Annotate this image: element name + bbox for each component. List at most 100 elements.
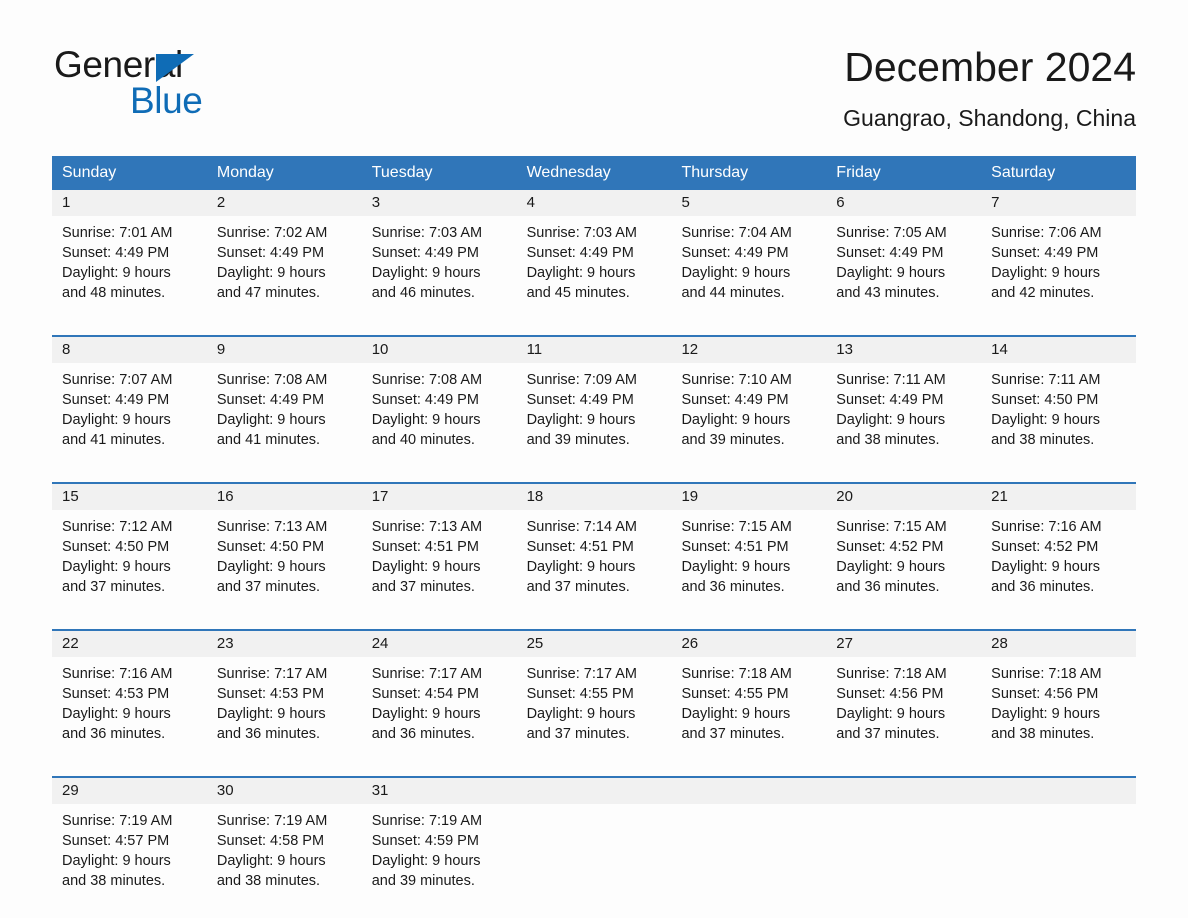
day-cell[interactable]: Sunrise: 7:13 AM Sunset: 4:51 PM Daylight:… [362,510,517,618]
day-cell[interactable]: Sunrise: 7:08 AM Sunset: 4:49 PM Daylight:… [362,363,517,471]
day-number[interactable]: 13 [826,337,981,363]
sunrise-text: Sunrise: 7:17 AM [526,666,637,683]
day-cell[interactable]: Sunrise: 7:17 AM Sunset: 4:55 PM Daylight:… [517,657,672,765]
daylight-text: Daylight: 9 hours and 46 minutes. [371,265,481,302]
day-cell[interactable]: Sunrise: 7:13 AM Sunset: 4:50 PM Daylight:… [207,510,362,618]
day-number[interactable]: 27 [826,631,981,657]
day-cell[interactable]: Sunrise: 7:02 AM Sunset: 4:49 PM Daylight:… [207,216,362,324]
daylight-text: Daylight: 9 hours and 38 minutes. [836,412,946,449]
page-title: December 2024 [844,44,1136,90]
day-number[interactable]: 6 [826,190,981,216]
day-cell[interactable]: Sunrise: 7:15 AM Sunset: 4:52 PM Daylight:… [826,510,981,618]
day-number[interactable]: 16 [207,484,362,510]
daylight-text: Daylight: 9 hours and 41 minutes. [216,412,326,449]
sunrise-text: Sunrise: 7:19 AM [371,813,483,830]
weekday-header-monday: Monday [216,164,274,182]
sunrise-text: Sunrise: 7:19 AM [62,813,173,830]
day-cell[interactable]: Sunrise: 7:08 AM Sunset: 4:49 PM Daylight:… [207,363,362,471]
day-cell[interactable]: Sunrise: 7:11 AM Sunset: 4:50 PM Daylight:… [981,363,1136,471]
day-cell[interactable]: Sunrise: 7:12 AM Sunset: 4:50 PM Daylight:… [52,510,207,618]
daylight-text: Daylight: 9 hours and 36 minutes. [216,706,326,743]
daylight-text: Daylight: 9 hours and 42 minutes. [991,265,1100,302]
day-cell[interactable]: Sunrise: 7:10 AM Sunset: 4:49 PM Daylight:… [671,363,826,471]
day-cell[interactable]: Sunrise: 7:19 AM Sunset: 4:58 PM Daylight:… [207,804,362,912]
day-number[interactable]: 31 [362,778,517,804]
sunset-text: Sunset: 4:56 PM [991,686,1099,703]
day-cell[interactable]: Sunrise: 7:18 AM Sunset: 4:55 PM Daylight:… [671,657,826,765]
day-cell[interactable]: Sunrise: 7:03 AM Sunset: 4:49 PM Daylight:… [517,216,672,324]
day-number[interactable]: 3 [362,190,517,216]
daylight-text: Daylight: 9 hours and 36 minutes. [681,559,791,596]
day-number[interactable]: 9 [207,337,362,363]
sunset-text: Sunset: 4:50 PM [62,539,170,556]
day-number[interactable]: 20 [826,484,981,510]
sunset-text: Sunset: 4:58 PM [216,833,325,850]
sunrise-text: Sunrise: 7:15 AM [836,519,947,536]
daylight-text: Daylight: 9 hours and 38 minutes. [216,853,326,890]
sunrise-text: Sunrise: 7:03 AM [371,225,483,242]
day-number[interactable]: 11 [517,337,672,363]
day-cell[interactable]: Sunrise: 7:05 AM Sunset: 4:49 PM Daylight:… [826,216,981,324]
day-number[interactable]: 19 [671,484,826,510]
day-number-empty [981,778,1136,804]
day-number[interactable]: 30 [207,778,362,804]
sunrise-text: Sunrise: 7:18 AM [681,666,792,683]
logo-text-blue: Blue [130,80,203,121]
day-cell[interactable]: Sunrise: 7:16 AM Sunset: 4:53 PM Daylight:… [52,657,207,765]
day-number[interactable]: 28 [981,631,1136,657]
day-number[interactable]: 12 [671,337,826,363]
sunset-text: Sunset: 4:51 PM [681,539,789,556]
sunset-text: Sunset: 4:49 PM [681,392,789,409]
sunrise-text: Sunrise: 7:11 AM [836,372,946,389]
daylight-text: Daylight: 9 hours and 43 minutes. [836,265,946,302]
day-number[interactable]: 21 [981,484,1136,510]
calendar-page: General Blue December 2024 Guangrao, Sha… [0,0,1188,918]
day-number[interactable]: 29 [52,778,207,804]
day-number[interactable]: 7 [981,190,1136,216]
day-number[interactable]: 4 [517,190,672,216]
calendar-week-row: 8 9 10 11 12 13 14 Sunrise: 7:07 AM Sunset: 4:49… [52,335,1136,472]
logo-triangle-icon [156,54,194,82]
sunset-text: Sunset: 4:49 PM [216,245,325,262]
day-cell[interactable]: Sunrise: 7:19 AM Sunset: 4:57 PM Daylight:… [52,804,207,912]
day-number[interactable]: 26 [671,631,826,657]
day-number[interactable]: 8 [52,337,207,363]
day-cell[interactable]: Sunrise: 7:17 AM Sunset: 4:53 PM Daylight:… [207,657,362,765]
day-number[interactable]: 17 [362,484,517,510]
generalblue-logo[interactable]: General Blue [52,44,252,124]
day-number[interactable]: 15 [52,484,207,510]
day-number[interactable]: 18 [517,484,672,510]
day-cell[interactable]: Sunrise: 7:16 AM Sunset: 4:52 PM Daylight:… [981,510,1136,618]
day-cell[interactable]: Sunrise: 7:04 AM Sunset: 4:49 PM Daylight:… [671,216,826,324]
day-number[interactable]: 1 [52,190,207,216]
day-number[interactable]: 5 [671,190,826,216]
weekday-header-saturday: Saturday [991,164,1056,182]
calendar-week-row: 1 2 3 4 5 6 7 Sunrise: 7:01 AM Sunset: 4:49 PM Da… [52,190,1136,325]
day-cell[interactable]: Sunrise: 7:01 AM Sunset: 4:49 PM Daylight:… [52,216,207,324]
sunrise-text: Sunrise: 7:18 AM [836,666,947,683]
day-number[interactable]: 23 [207,631,362,657]
day-cell[interactable]: Sunrise: 7:06 AM Sunset: 4:49 PM Daylight:… [981,216,1136,324]
day-cell[interactable]: Sunrise: 7:17 AM Sunset: 4:54 PM Daylight:… [362,657,517,765]
day-cell[interactable]: Sunrise: 7:15 AM Sunset: 4:51 PM Daylight:… [671,510,826,618]
day-cell[interactable]: Sunrise: 7:18 AM Sunset: 4:56 PM Daylight:… [826,657,981,765]
sunset-text: Sunset: 4:52 PM [836,539,944,556]
day-cell[interactable]: Sunrise: 7:03 AM Sunset: 4:49 PM Daylight:… [362,216,517,324]
day-cell-empty [826,804,981,912]
day-number[interactable]: 22 [52,631,207,657]
day-number[interactable]: 24 [362,631,517,657]
day-number[interactable]: 14 [981,337,1136,363]
day-cell[interactable]: Sunrise: 7:11 AM Sunset: 4:49 PM Daylight:… [826,363,981,471]
sunset-text: Sunset: 4:59 PM [371,833,479,850]
day-cell[interactable]: Sunrise: 7:18 AM Sunset: 4:56 PM Daylight:… [981,657,1136,765]
day-cell[interactable]: Sunrise: 7:19 AM Sunset: 4:59 PM Daylight:… [362,804,517,912]
day-detail-row: Sunrise: 7:01 AM Sunset: 4:49 PM Daylight:… [52,216,1136,325]
day-number[interactable]: 2 [207,190,362,216]
day-cell[interactable]: Sunrise: 7:14 AM Sunset: 4:51 PM Daylight:… [517,510,672,618]
day-cell[interactable]: Sunrise: 7:09 AM Sunset: 4:49 PM Daylight:… [517,363,672,471]
daylight-text: Daylight: 9 hours and 36 minutes. [62,706,171,743]
sunrise-text: Sunrise: 7:01 AM [62,225,173,242]
day-cell[interactable]: Sunrise: 7:07 AM Sunset: 4:49 PM Daylight:… [52,363,207,471]
day-number[interactable]: 25 [517,631,672,657]
day-number[interactable]: 10 [362,337,517,363]
